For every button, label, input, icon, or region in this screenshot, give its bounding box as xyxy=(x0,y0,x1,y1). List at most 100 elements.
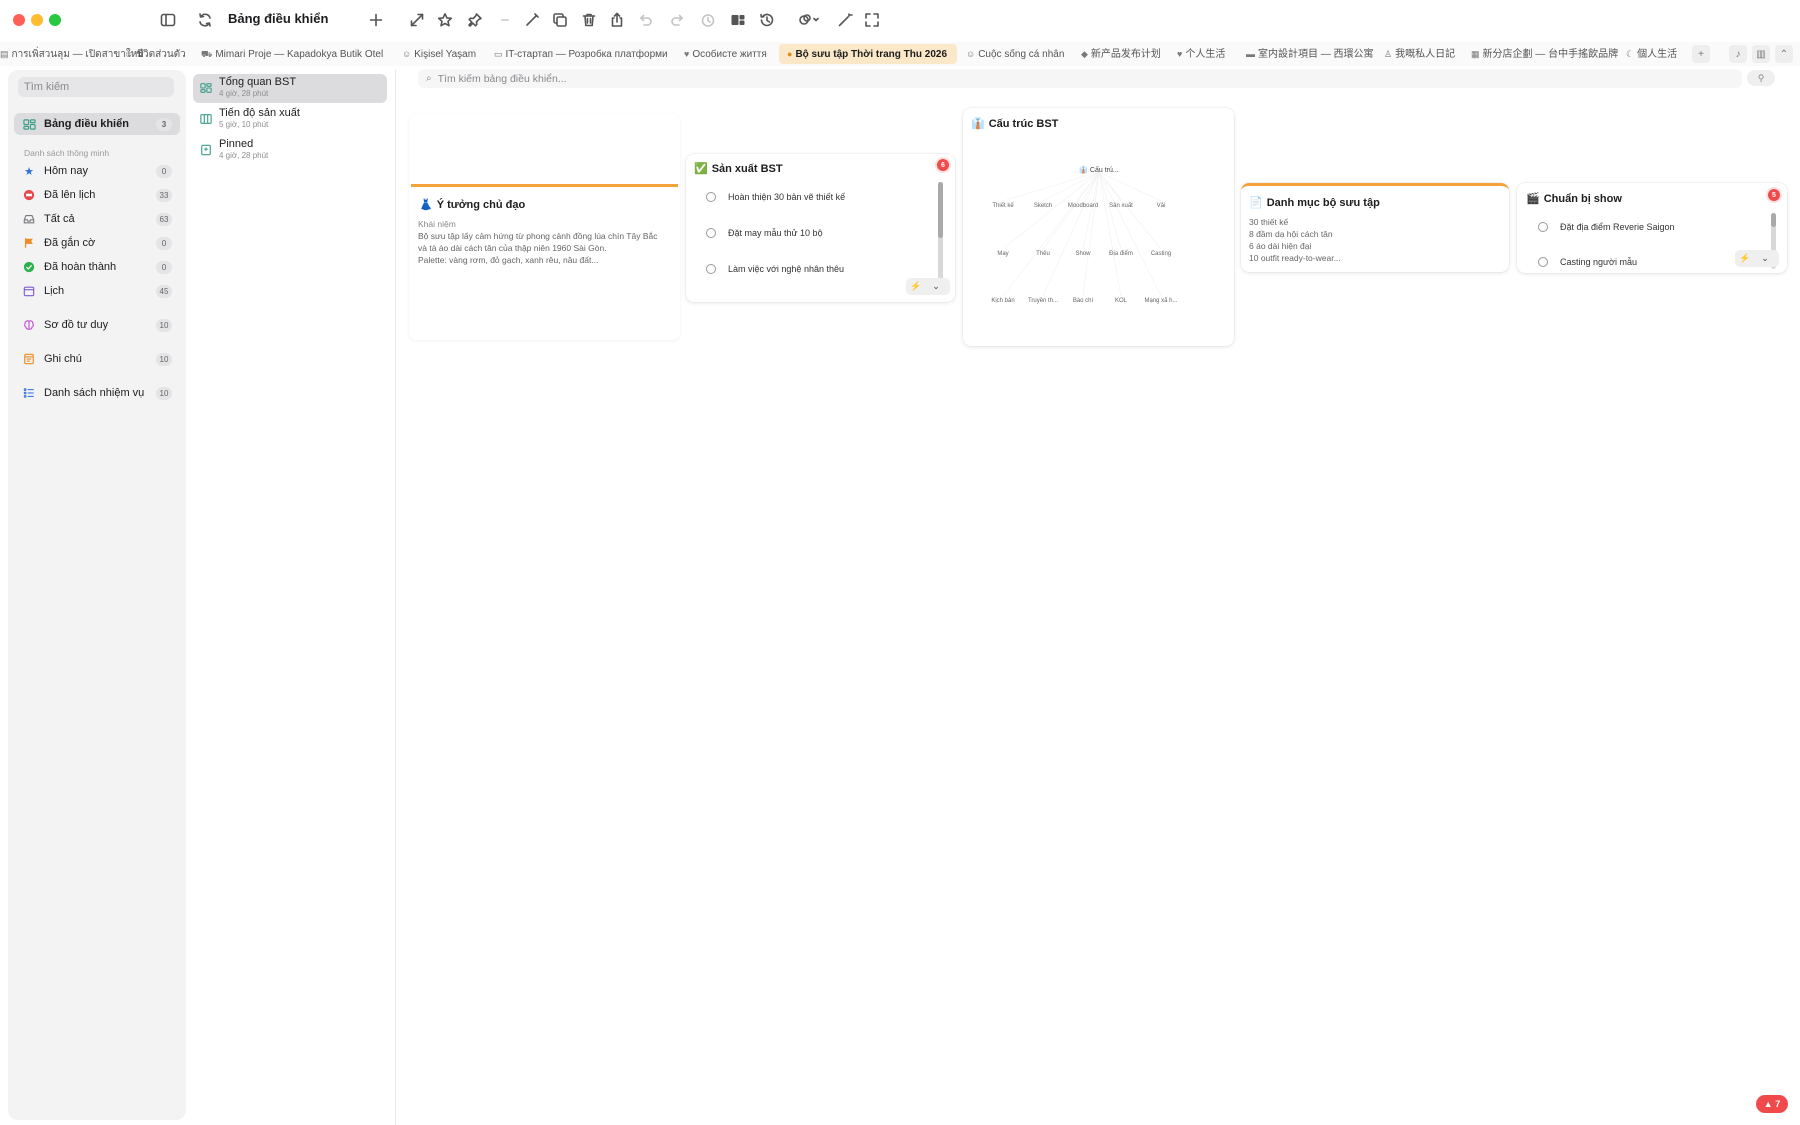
heart-icon: ♥ xyxy=(1177,49,1183,59)
sidebar-item-dashboard[interactable]: Bảng điều khiển 3 xyxy=(14,113,180,135)
tab-7[interactable]: ☺ Cuộc sống cá nhân xyxy=(962,44,1068,64)
mindmap-node[interactable]: Báo chí xyxy=(1073,298,1093,304)
mindmap-node[interactable]: Show xyxy=(1075,251,1090,257)
layout-icon[interactable] xyxy=(728,10,748,30)
close-window-button[interactable] xyxy=(13,14,25,26)
mindmap-node[interactable]: Sketch xyxy=(1034,203,1052,209)
dashboard-item-production[interactable]: Tiến độ sản xuất 5 giờ, 10 phút xyxy=(193,105,387,134)
mindmap-node[interactable]: Vải xyxy=(1157,203,1166,209)
mindmap-node[interactable]: Thêu xyxy=(1036,251,1050,257)
mindmap-node[interactable]: Casting xyxy=(1151,251,1171,257)
task-checkbox[interactable] xyxy=(706,264,716,274)
new-tab-plus-icon[interactable]: + xyxy=(1692,45,1710,63)
undo-icon[interactable] xyxy=(635,10,655,30)
box-icon: ◆ xyxy=(1081,49,1088,59)
scroll-thumb[interactable] xyxy=(938,182,943,238)
mindmap-root-node[interactable]: 👔 Cấu trú... xyxy=(1079,166,1118,174)
tab-4[interactable]: ▭ IT-стартап — Розробка платформи xyxy=(490,44,672,64)
tab-2[interactable]: ⛟ Mimari Proje — Kapadokya Butik Otel xyxy=(197,44,387,64)
chevron-up-icon[interactable]: ⌃ xyxy=(1775,45,1793,63)
sidebar-item-flagged[interactable]: Đã gắn cờ 0 xyxy=(14,232,180,254)
task-item[interactable]: Làm việc với nghệ nhân thêu xyxy=(706,264,844,274)
task-checkbox[interactable] xyxy=(706,228,716,238)
sync-icon[interactable] xyxy=(195,10,215,30)
lightning-icon[interactable]: ⚡ xyxy=(906,281,926,292)
task-checkbox[interactable] xyxy=(706,192,716,202)
trash-icon[interactable] xyxy=(579,10,599,30)
tab-5[interactable]: ♥ Особисте життя xyxy=(680,44,771,64)
duplicate-icon[interactable] xyxy=(550,10,570,30)
tab-3[interactable]: ☺ Kişisel Yaşam xyxy=(398,44,480,64)
mindmap-node[interactable]: Địa điểm xyxy=(1109,251,1133,257)
widget-show[interactable]: 🎬 Chuẩn bị show 5 Đặt địa điểm Reverie Sa… xyxy=(1517,183,1787,273)
notification-pill[interactable]: ▲ 7 xyxy=(1756,1095,1788,1113)
mindmap-node[interactable]: Kịch bản xyxy=(991,298,1014,304)
tab-11[interactable]: ♙ 我嘅私人日記 xyxy=(1380,44,1459,64)
sidebar-search-input[interactable] xyxy=(18,77,174,97)
pin-icon[interactable] xyxy=(465,10,485,30)
bell-icon[interactable]: ♪ xyxy=(1729,45,1747,63)
tab-13[interactable]: ☾ 個人生活 xyxy=(1622,44,1681,64)
magic-wand-icon[interactable] xyxy=(835,10,855,30)
mindmap-node[interactable]: Truyền th... xyxy=(1028,298,1058,304)
expand-icon[interactable] xyxy=(407,10,427,30)
mindmap-node[interactable]: KOL xyxy=(1115,298,1127,304)
star-icon[interactable] xyxy=(435,10,455,30)
sidebar-item-today[interactable]: ★ Hôm nay 0 xyxy=(14,160,180,182)
widget-production[interactable]: ✅ Sản xuất BST 6 Hoàn thiện 30 bản vẽ thi… xyxy=(686,154,955,302)
history-icon[interactable] xyxy=(757,10,777,30)
task-item[interactable]: Casting người mẫu xyxy=(1538,257,1637,267)
lightning-icon[interactable]: ⚡ xyxy=(1735,253,1755,264)
mindmap-node[interactable]: Sản xuất xyxy=(1109,203,1133,209)
add-icon[interactable] xyxy=(366,10,386,30)
task-scrollbar[interactable] xyxy=(938,182,943,292)
task-item[interactable]: Hoàn thiện 30 bản vẽ thiết kế xyxy=(706,192,845,202)
filter-icon[interactable]: ⚲ xyxy=(1747,70,1775,86)
dashboard-icon xyxy=(22,117,36,131)
sidebar-item-all[interactable]: Tất cả 63 xyxy=(14,208,180,230)
zoom-window-button[interactable] xyxy=(49,14,61,26)
mindmap-node[interactable]: Mạng xã h... xyxy=(1144,298,1177,304)
tab-10[interactable]: ▬ 室内設計項目 — 西環公寓 xyxy=(1242,44,1378,64)
tab-1[interactable]: ☺ ชีวิตส่วนตัว xyxy=(120,44,190,64)
widget-catalog[interactable]: 📄 Danh mục bộ sưu tập 30 thiết kế 8 đầm d… xyxy=(1241,183,1509,272)
widget-concept[interactable]: 👗 Ý tưởng chủ đạo Khái niệm Bộ sưu tập lấ… xyxy=(411,184,678,338)
mindmap-node[interactable]: May xyxy=(997,251,1008,257)
scroll-thumb[interactable] xyxy=(1771,213,1776,227)
chevron-down-icon[interactable]: ⌄ xyxy=(926,281,946,292)
window-title: Bảng điều khiển xyxy=(228,11,329,26)
mindmap-node[interactable]: Thiết kế xyxy=(992,203,1013,209)
collaborate-menu-icon[interactable] xyxy=(796,10,822,30)
sidebar-item-mindmap[interactable]: Sơ đồ tư duy 10 xyxy=(14,314,180,336)
sidebar-toggle-icon[interactable] xyxy=(158,10,178,30)
redo-icon[interactable] xyxy=(668,10,688,30)
tab-8[interactable]: ◆ 新产品发布计划 xyxy=(1077,44,1165,64)
task-checkbox[interactable] xyxy=(1538,257,1548,267)
tab-12[interactable]: ▦ 新分店企劃 — 台中手搖飲品牌 xyxy=(1467,44,1622,64)
timer-icon[interactable] xyxy=(698,10,718,30)
sidebar-item-calendar[interactable]: Lịch 45 xyxy=(14,280,180,302)
dashboard-search-input[interactable] xyxy=(437,72,1638,85)
chevron-down-icon[interactable]: ⌄ xyxy=(1755,253,1775,264)
sidebar-item-scheduled[interactable]: Đã lên lịch 33 xyxy=(14,184,180,206)
sidebar-item-completed[interactable]: Đã hoàn thành 0 xyxy=(14,256,180,278)
mindmap-node[interactable]: Moodboard xyxy=(1068,203,1098,209)
dashboard-item-pinned[interactable]: Pinned 4 giờ, 28 phút xyxy=(193,136,387,165)
widget-mindmap[interactable]: 👔 Cấu trúc BST 👔 Cấu trú... Thiết kế Sketc… xyxy=(963,108,1234,346)
share-icon[interactable] xyxy=(607,10,627,30)
panel-icon[interactable]: ▥ xyxy=(1752,45,1770,63)
dashboard-item-overview[interactable]: Tổng quan BST 4 giờ, 28 phút xyxy=(193,74,387,103)
sidebar-item-task-lists[interactable]: Danh sách nhiệm vụ 10 xyxy=(14,382,180,404)
tab-6-active[interactable]: ● Bộ sưu tập Thời trang Thu 2026 xyxy=(779,44,958,64)
task-count-badge: 5 xyxy=(1768,189,1780,201)
tab-9[interactable]: ♥ 个人生活 xyxy=(1173,44,1229,64)
sidebar-item-notes[interactable]: Ghi chú 10 xyxy=(14,348,180,370)
minimize-window-button[interactable] xyxy=(31,14,43,26)
calendar-scheduled-icon xyxy=(22,188,36,202)
pencil-icon[interactable] xyxy=(522,10,542,30)
task-item[interactable]: Đặt may mẫu thử 10 bộ xyxy=(706,228,823,238)
fullscreen-icon[interactable] xyxy=(862,10,882,30)
flag-icon xyxy=(22,236,36,250)
task-item[interactable]: Đặt địa điểm Reverie Saigon xyxy=(1538,222,1675,232)
task-checkbox[interactable] xyxy=(1538,222,1548,232)
